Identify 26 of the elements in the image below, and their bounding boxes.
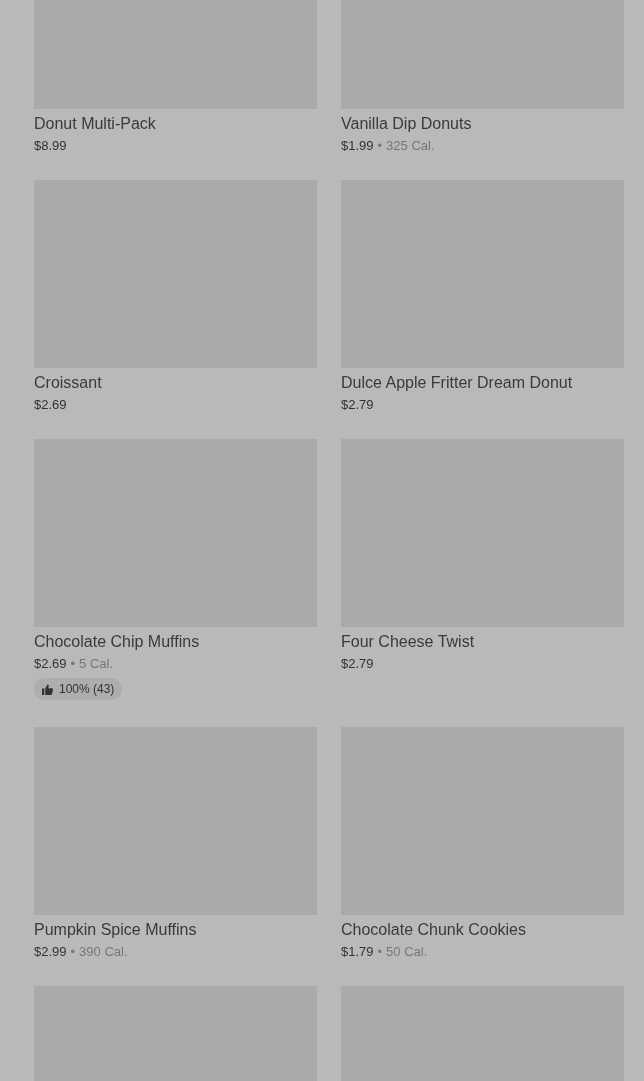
item-price: $1.99 — [341, 137, 374, 155]
item-name[interactable]: Dulce Apple Fritter Dream Donut — [341, 373, 624, 393]
item-price: $8.99 — [34, 137, 67, 155]
item-name[interactable]: Chocolate Chip Muffins — [34, 632, 317, 652]
calorie-count: 390 Cal. — [79, 942, 128, 961]
separator-dot: • — [377, 137, 383, 155]
item-name[interactable]: Four Cheese Twist — [341, 632, 624, 652]
item-price: $1.79 — [341, 942, 374, 961]
separator-dot: • — [70, 655, 76, 673]
item-name[interactable]: Vanilla Dip Donuts — [341, 114, 624, 134]
calorie-count: 50 Cal. — [386, 942, 428, 961]
item-name[interactable]: Pumpkin Spice Muffins — [34, 919, 317, 940]
separator-dot: • — [70, 942, 76, 961]
separator-dot: • — [377, 942, 383, 961]
item-name[interactable]: Chocolate Chunk Cookies — [341, 919, 624, 940]
calorie-count: 5 Cal. — [79, 655, 114, 673]
item-price: $2.69 — [34, 655, 67, 673]
item-price: $2.79 — [341, 655, 374, 673]
item-name[interactable]: Donut Multi-Pack — [34, 114, 317, 134]
item-price: $2.69 — [34, 396, 67, 414]
item-name[interactable]: Croissant — [34, 373, 317, 393]
rating-badge: 100% (43) — [34, 678, 123, 700]
thumbs-up-icon — [42, 683, 53, 695]
item-price: $2.79 — [341, 396, 374, 414]
item-price: $2.99 — [34, 942, 67, 961]
calorie-count: 325 Cal. — [386, 137, 435, 155]
